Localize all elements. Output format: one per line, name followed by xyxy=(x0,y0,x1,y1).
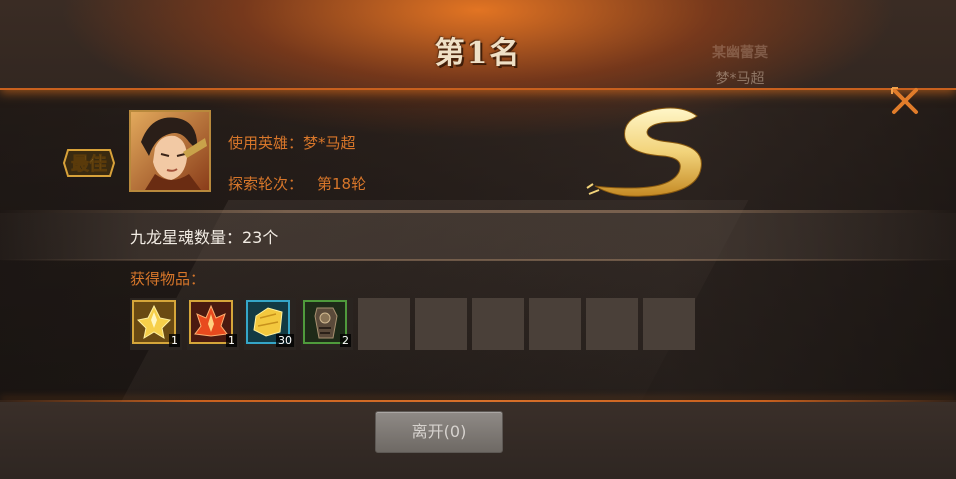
divider xyxy=(0,259,956,261)
close-icon xyxy=(891,87,918,114)
rank-title: 第1名 xyxy=(434,36,522,71)
item-slot[interactable]: 1 xyxy=(187,298,239,350)
empty-item-slot xyxy=(415,298,467,350)
leave-button[interactable]: 离开(0) xyxy=(375,411,503,453)
item-count: 2 xyxy=(340,334,351,347)
empty-item-slot xyxy=(358,298,410,350)
item-count: 1 xyxy=(169,334,180,347)
item-count: 1 xyxy=(226,334,237,347)
empty-item-slot xyxy=(643,298,695,350)
background-player-name: 某幽蕾莫 xyxy=(712,45,768,61)
explore-round-value: 第18轮 xyxy=(317,175,367,193)
close-button[interactable] xyxy=(888,84,924,118)
empty-item-slot xyxy=(529,298,581,350)
item-slot[interactable]: 2 xyxy=(301,298,353,350)
explore-round-label: 探索轮次： xyxy=(228,175,304,193)
item-count: 30 xyxy=(276,334,294,347)
explore-round: 探索轮次： 第18轮 xyxy=(228,173,366,194)
item-slot[interactable]: 30 xyxy=(244,298,296,350)
best-badge: 最佳 xyxy=(62,146,116,180)
empty-item-slot xyxy=(472,298,524,350)
grade-s: S xyxy=(585,98,715,208)
background-player-hero: 梦*马超 xyxy=(715,71,765,87)
best-badge-text: 最佳 xyxy=(71,153,107,175)
hero-avatar xyxy=(129,110,211,192)
empty-item-slot xyxy=(586,298,638,350)
soul-count: 九龙星魂数量：23个 xyxy=(130,228,279,247)
items-label: 获得物品： xyxy=(130,270,206,288)
item-slot[interactable]: 1 xyxy=(130,298,182,350)
hero-used-label: 使用英雄：梦*马超 xyxy=(228,134,356,152)
